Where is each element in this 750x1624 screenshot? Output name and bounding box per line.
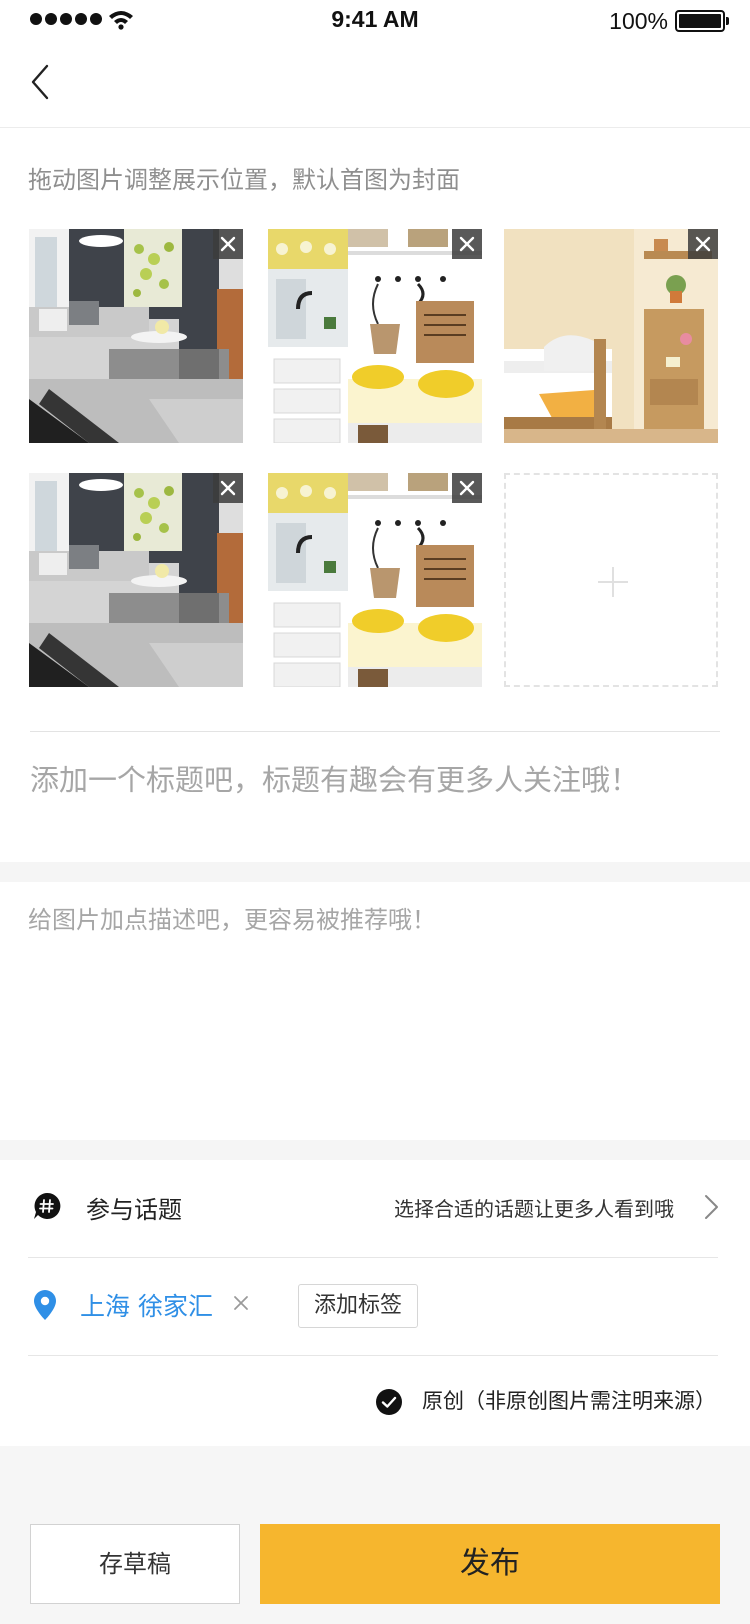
section-gap	[0, 862, 750, 882]
add-tag-button[interactable]: 添加标签	[298, 1284, 418, 1328]
living-room-photo	[29, 473, 243, 687]
entryway-photo	[268, 473, 482, 687]
photo-thumbnail[interactable]	[268, 229, 482, 443]
remove-photo-button[interactable]	[688, 229, 718, 259]
status-bar: 9:41 AM 100%	[0, 0, 750, 40]
photo-thumbnail[interactable]	[504, 229, 718, 443]
upload-hint: 拖动图片调整展示位置，默认首图为封面	[28, 166, 460, 194]
original-label: 原创（非原创图片需注明来源）	[422, 1389, 716, 1413]
topic-row[interactable]: 参与话题 选择合适的话题让更多人看到哦	[0, 1160, 750, 1257]
remove-photo-button[interactable]	[452, 473, 482, 503]
photo-thumbnail[interactable]	[29, 229, 243, 443]
title-input[interactable]	[30, 755, 720, 805]
location-pin-icon	[34, 1290, 56, 1320]
clear-location-button[interactable]	[232, 1294, 250, 1312]
close-icon	[459, 236, 475, 252]
divider	[28, 1355, 718, 1356]
description-input[interactable]	[28, 900, 718, 1120]
publish-button[interactable]: 发布	[260, 1524, 720, 1604]
close-icon	[459, 480, 475, 496]
battery-icon	[675, 10, 729, 32]
hashtag-chat-icon	[34, 1192, 61, 1219]
close-icon	[695, 236, 711, 252]
divider	[30, 731, 720, 732]
remove-photo-button[interactable]	[213, 229, 243, 259]
topic-label: 参与话题	[86, 1196, 182, 1224]
photo-thumbnail[interactable]	[268, 473, 482, 687]
save-draft-button[interactable]: 存草稿	[30, 1524, 240, 1604]
section-gap	[0, 1140, 750, 1160]
living-room-photo	[29, 229, 243, 443]
bedroom-photo	[504, 229, 718, 443]
chevron-right-icon	[705, 1195, 718, 1219]
battery-percentage: 100%	[609, 8, 668, 34]
remove-photo-button[interactable]	[213, 473, 243, 503]
close-icon	[220, 480, 236, 496]
back-button[interactable]	[20, 60, 64, 104]
location-text[interactable]: 上海 徐家汇	[80, 1287, 213, 1323]
remove-photo-button[interactable]	[452, 229, 482, 259]
add-photo-button[interactable]	[504, 473, 718, 687]
photo-thumbnail[interactable]	[29, 473, 243, 687]
close-icon	[220, 236, 236, 252]
original-checkbox[interactable]	[376, 1389, 402, 1415]
plus-icon	[598, 567, 628, 597]
navigation-bar	[0, 40, 750, 128]
entryway-photo	[268, 229, 482, 443]
topic-hint: 选择合适的话题让更多人看到哦	[394, 1197, 674, 1221]
divider	[28, 1257, 718, 1258]
